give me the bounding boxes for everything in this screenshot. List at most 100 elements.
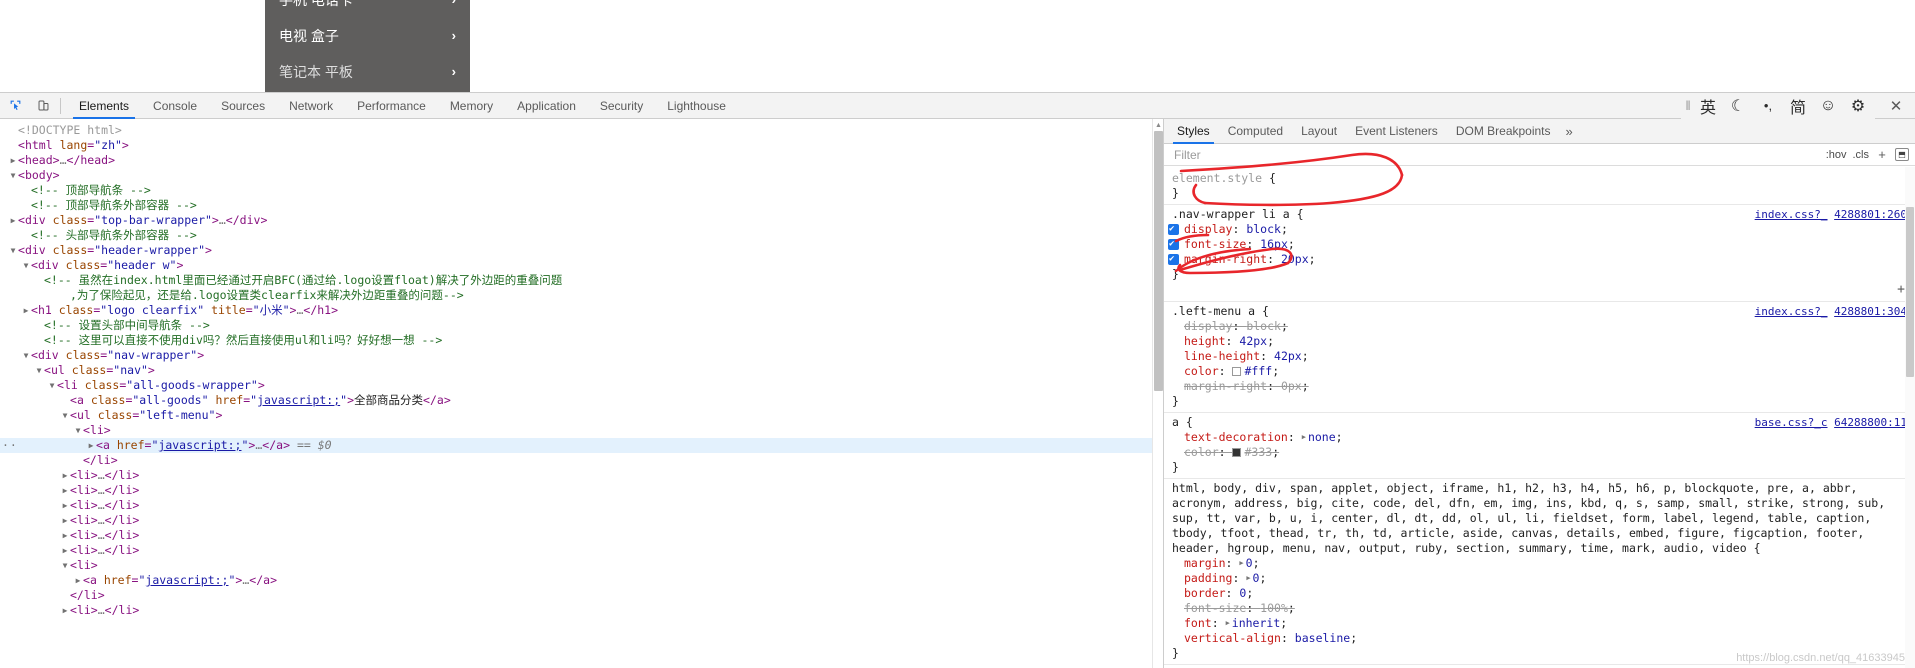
tab-application[interactable]: Application <box>505 93 588 119</box>
disclosure-triangle-icon[interactable] <box>21 348 31 363</box>
dom-node[interactable]: <ul class="nav"> <box>0 363 1163 378</box>
css-declaration[interactable]: height: 42px; <box>1164 334 1915 349</box>
css-property-name[interactable]: font <box>1184 616 1212 630</box>
disclosure-triangle-icon[interactable] <box>60 603 70 618</box>
dom-node[interactable]: <h1 class="logo clearfix" title="小米">…</… <box>0 303 1163 318</box>
tab-security[interactable]: Security <box>588 93 655 119</box>
color-swatch[interactable] <box>1232 448 1242 457</box>
css-property-name[interactable]: vertical-align <box>1184 631 1281 645</box>
dom-node[interactable]: <!-- 头部导航条外部容器 --> <box>0 228 1163 243</box>
dom-node[interactable]: <div class="header-wrapper"> <box>0 243 1163 258</box>
css-property-name[interactable]: display <box>1184 319 1232 333</box>
dom-node[interactable]: <a class="all-goods" href="javascript:;"… <box>0 393 1163 408</box>
css-declaration[interactable]: font: ▶ inherit; <box>1164 616 1915 631</box>
declaration-checkbox[interactable] <box>1168 222 1179 237</box>
disclosure-triangle-icon[interactable] <box>60 528 70 543</box>
css-property-name[interactable]: padding <box>1184 571 1232 585</box>
disclosure-triangle-icon[interactable] <box>86 438 96 453</box>
expand-shorthand-icon[interactable]: ▶ <box>1226 616 1230 631</box>
new-style-rule-plus-icon[interactable]: + <box>1875 147 1889 162</box>
css-property-value[interactable]: inherit <box>1232 616 1280 630</box>
declaration-checkbox[interactable] <box>1168 237 1179 252</box>
tab-computed[interactable]: Computed <box>1219 119 1292 144</box>
css-property-value[interactable]: 42px <box>1239 334 1267 348</box>
category-dropdown-menu[interactable]: 手机 电话卡 › 电视 盒子 › 笔记本 平板 › <box>265 0 470 92</box>
css-declaration[interactable]: margin: ▶ 0; <box>1164 556 1915 571</box>
disclosure-triangle-icon[interactable] <box>8 243 18 258</box>
tab-performance[interactable]: Performance <box>345 93 438 119</box>
dom-tree[interactable]: <!DOCTYPE html><html lang="zh"><head>…</… <box>0 123 1163 618</box>
disclosure-triangle-icon[interactable] <box>73 423 83 438</box>
css-selector[interactable]: a <box>1172 415 1179 429</box>
ime-script-icon[interactable]: 简 <box>1783 94 1813 118</box>
ime-punctuation-icon[interactable]: •, <box>1753 94 1783 118</box>
dom-node[interactable]: </li> <box>0 453 1163 468</box>
css-declaration[interactable]: text-decoration: ▶ none; <box>1164 430 1915 445</box>
disclosure-triangle-icon[interactable] <box>34 363 44 378</box>
css-declaration[interactable]: margin-right: 0px; <box>1164 379 1915 394</box>
dom-node[interactable]: <li>…</li> <box>0 543 1163 558</box>
dom-node[interactable]: <!-- 这里可以直接不使用div吗？然后直接使用ul和li吗？好好想一想 --… <box>0 333 1163 348</box>
css-property-value[interactable]: 16px <box>1260 237 1288 251</box>
tab-lighthouse[interactable]: Lighthouse <box>655 93 738 119</box>
css-declaration[interactable]: color: #333; <box>1164 445 1915 460</box>
dom-node[interactable]: <li>…</li> <box>0 498 1163 513</box>
dom-node[interactable]: <div class="top-bar-wrapper">…</div> <box>0 213 1163 228</box>
css-declaration[interactable]: line-height: 42px; <box>1164 349 1915 364</box>
computed-sidebar-toggle-icon[interactable]: ⬒ <box>1895 148 1909 161</box>
tab-styles[interactable]: Styles <box>1168 119 1219 144</box>
tab-event-listeners[interactable]: Event Listeners <box>1346 119 1447 144</box>
dom-node[interactable]: <li>…</li> <box>0 468 1163 483</box>
disclosure-triangle-icon[interactable] <box>60 513 70 528</box>
css-property-name[interactable]: color <box>1184 364 1219 378</box>
css-property-name[interactable]: margin-right <box>1184 252 1267 266</box>
toggle-class-button[interactable]: .cls <box>1853 149 1870 161</box>
toggle-element-state-button[interactable]: :hov <box>1826 149 1847 161</box>
scrollbar-thumb[interactable] <box>1154 131 1163 391</box>
dom-node[interactable]: <li>…</li> <box>0 528 1163 543</box>
declaration-checkbox[interactable] <box>1168 252 1179 267</box>
css-property-name[interactable]: line-height <box>1184 349 1260 363</box>
css-declaration[interactable]: display: block; <box>1164 319 1915 334</box>
dom-node[interactable]: <li class="all-goods-wrapper"> <box>0 378 1163 393</box>
css-declaration[interactable]: color: #fff; <box>1164 364 1915 379</box>
tab-console[interactable]: Console <box>141 93 209 119</box>
styles-filter-input[interactable] <box>1172 144 1472 165</box>
stylesheet-origin-link[interactable]: index.css?_ 4288801:304 <box>1755 304 1907 319</box>
dom-node[interactable]: </li> <box>0 588 1163 603</box>
css-property-name[interactable]: color <box>1184 445 1219 459</box>
css-property-name[interactable]: height <box>1184 334 1226 348</box>
dom-node[interactable]: <!-- 虽然在index.html里面已经通过开启BFC(通过给.logo设置… <box>0 273 1163 288</box>
dropdown-item-phone[interactable]: 手机 电话卡 › <box>265 0 470 18</box>
disclosure-triangle-icon[interactable] <box>60 558 70 573</box>
dom-node[interactable]: <li>…</li> <box>0 483 1163 498</box>
css-property-name[interactable]: text-decoration <box>1184 430 1288 444</box>
tab-sources[interactable]: Sources <box>209 93 277 119</box>
tab-memory[interactable]: Memory <box>438 93 505 119</box>
ime-language-icon[interactable]: 英 <box>1693 94 1723 118</box>
add-declaration-plus-icon[interactable]: + <box>1897 282 1905 297</box>
css-property-name[interactable]: border <box>1184 586 1226 600</box>
dom-node[interactable]: <ul class="left-menu"> <box>0 408 1163 423</box>
css-property-name[interactable]: margin-right <box>1184 379 1267 393</box>
dom-node[interactable]: <!-- 顶部导航条外部容器 --> <box>0 198 1163 213</box>
dom-node[interactable]: <!-- 顶部导航条 --> <box>0 183 1163 198</box>
css-declaration[interactable]: padding: ▶ 0; <box>1164 571 1915 586</box>
dom-node[interactable]: <html lang="zh"> <box>0 138 1163 153</box>
css-property-value[interactable]: block <box>1246 222 1281 236</box>
css-declaration[interactable]: margin-right: 20px; <box>1164 252 1915 267</box>
css-selector[interactable]: element.style <box>1172 171 1262 185</box>
dom-node[interactable]: <div class="nav-wrapper"> <box>0 348 1163 363</box>
css-property-value[interactable]: 20px <box>1281 252 1309 266</box>
dom-node[interactable]: <a href="javascript:;">…</a> <box>0 573 1163 588</box>
dom-node[interactable]: <!-- 设置头部中间导航条 --> <box>0 318 1163 333</box>
dom-node[interactable]: <!DOCTYPE html> <box>0 123 1163 138</box>
css-property-value[interactable]: 0 <box>1246 556 1253 570</box>
disclosure-triangle-icon[interactable] <box>21 303 31 318</box>
dom-tree-pane[interactable]: <!DOCTYPE html><html lang="zh"><head>…</… <box>0 119 1163 668</box>
tab-elements[interactable]: Elements <box>67 93 141 119</box>
disclosure-triangle-icon[interactable] <box>60 543 70 558</box>
disclosure-triangle-icon[interactable] <box>47 378 57 393</box>
disclosure-triangle-icon[interactable] <box>8 213 18 228</box>
color-swatch[interactable] <box>1232 367 1242 376</box>
